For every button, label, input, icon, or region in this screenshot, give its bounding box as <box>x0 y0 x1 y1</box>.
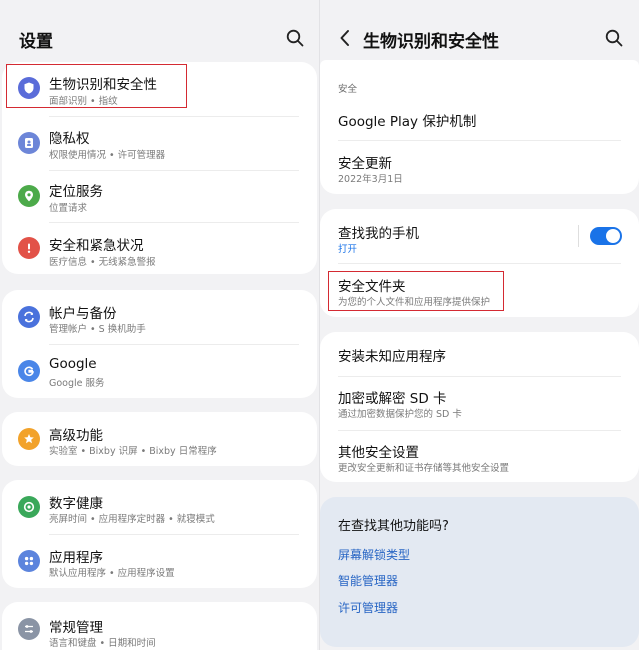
other-security-card: 安装未知应用程序 加密或解密 SD 卡 通过加密数据保护您的 SD 卡 其他安全… <box>320 332 639 482</box>
google-icon <box>18 360 40 382</box>
settings-item-apps[interactable]: 应用程序 默认应用程序 • 应用程序设置 <box>2 534 317 588</box>
item-label: 查找我的手机 <box>338 226 419 242</box>
search-icon[interactable] <box>285 28 305 48</box>
search-icon[interactable] <box>604 28 624 48</box>
item-sub: 打开 <box>338 244 358 255</box>
item-label: 其他安全设置 <box>338 445 419 461</box>
item-sub: 更改安全更新和证书存储等其他安全设置 <box>338 463 510 474</box>
page-title: 生物识别和安全性 <box>363 32 499 52</box>
item-label: 高级功能 <box>49 428 103 444</box>
highlight-box <box>6 64 187 108</box>
settings-item-find-my-mobile[interactable]: 查找我的手机 打开 <box>320 209 639 263</box>
item-sub: 实验室 • Bixby 识屏 • Bixby 日常程序 <box>49 446 217 457</box>
wellbeing-icon <box>18 496 40 518</box>
location-icon <box>18 185 40 207</box>
suggestion-card: 在查找其他功能吗? 屏幕解锁类型 智能管理器 许可管理器 <box>320 497 639 647</box>
emergency-icon <box>18 237 40 259</box>
item-sub: 亮屏时间 • 应用程序定时器 • 就寝模式 <box>49 514 215 525</box>
settings-item-location[interactable]: 定位服务 位置请求 <box>2 170 317 222</box>
item-label: Google Play 保护机制 <box>338 114 477 130</box>
item-label: 定位服务 <box>49 184 103 200</box>
settings-item-sd-encrypt[interactable]: 加密或解密 SD 卡 通过加密数据保护您的 SD 卡 <box>320 376 639 430</box>
settings-item-accounts[interactable]: 帐户与备份 管理帐户 • S 换机助手 <box>2 290 317 344</box>
item-label: 帐户与备份 <box>49 306 117 322</box>
settings-item-security-update[interactable]: 安全更新 2022年3月1日 <box>320 140 639 194</box>
item-sub: 2022年3月1日 <box>338 174 403 185</box>
settings-card-accounts: 帐户与备份 管理帐户 • S 换机助手 Google Google 服务 <box>2 290 317 398</box>
item-sub: 默认应用程序 • 应用程序设置 <box>49 568 175 579</box>
item-sub: Google 服务 <box>49 378 105 389</box>
back-arrow-icon[interactable] <box>338 28 352 48</box>
settings-card-advanced: 高级功能 实验室 • Bixby 识屏 • Bixby 日常程序 <box>2 412 317 466</box>
privacy-icon <box>18 132 40 154</box>
suggestion-title: 在查找其他功能吗? <box>338 519 449 534</box>
find-my-mobile-toggle[interactable] <box>590 227 622 245</box>
item-sub: 位置请求 <box>49 203 88 214</box>
section-label: 安全 <box>338 84 358 95</box>
item-label: 安全更新 <box>338 156 392 172</box>
settings-panel: 设置 生物识别和安全性 面部识别 • 指纹 隐私权 权限使用情况 • 许可管理器 <box>0 0 319 650</box>
item-sub: 语言和键盘 • 日期和时间 <box>49 638 156 649</box>
settings-item-emergency[interactable]: 安全和紧急状况 医疗信息 • 无线紧急警报 <box>2 222 317 274</box>
star-icon <box>18 428 40 450</box>
settings-item-other-security[interactable]: 其他安全设置 更改安全更新和证书存储等其他安全设置 <box>320 430 639 482</box>
item-label: 隐私权 <box>49 131 90 147</box>
item-sub: 通过加密数据保护您的 SD 卡 <box>338 409 462 420</box>
settings-item-privacy[interactable]: 隐私权 权限使用情况 • 许可管理器 <box>2 116 317 170</box>
page-title: 设置 <box>19 32 53 52</box>
apps-icon <box>18 550 40 572</box>
settings-item-google[interactable]: Google Google 服务 <box>2 344 317 398</box>
item-label: 加密或解密 SD 卡 <box>338 391 447 407</box>
item-sub: 管理帐户 • S 换机助手 <box>49 324 146 335</box>
item-label: 应用程序 <box>49 550 103 566</box>
settings-item-play-protect[interactable]: Google Play 保护机制 <box>320 98 639 140</box>
link-screen-lock[interactable]: 屏幕解锁类型 <box>338 546 410 563</box>
highlight-box <box>328 271 504 311</box>
item-label: 数字健康 <box>49 496 103 512</box>
item-label: 安全和紧急状况 <box>49 238 144 254</box>
item-sub: 医疗信息 • 无线紧急警报 <box>49 257 156 268</box>
biometrics-panel: 生物识别和安全性 安全 Google Play 保护机制 安全更新 2022年3… <box>320 0 639 650</box>
settings-item-general[interactable]: 常规管理 语言和键盘 • 日期和时间 <box>2 602 317 650</box>
link-permission-manager[interactable]: 许可管理器 <box>338 599 398 616</box>
sliders-icon <box>18 618 40 640</box>
security-card: 安全 Google Play 保护机制 安全更新 2022年3月1日 <box>320 60 639 194</box>
settings-card-wellbeing: 数字健康 亮屏时间 • 应用程序定时器 • 就寝模式 应用程序 默认应用程序 •… <box>2 480 317 588</box>
link-device-care[interactable]: 智能管理器 <box>338 572 398 589</box>
item-sub: 权限使用情况 • 许可管理器 <box>49 150 166 161</box>
settings-item-wellbeing[interactable]: 数字健康 亮屏时间 • 应用程序定时器 • 就寝模式 <box>2 480 317 534</box>
sync-icon <box>18 306 40 328</box>
settings-item-unknown-apps[interactable]: 安装未知应用程序 <box>320 332 639 376</box>
item-label: 常规管理 <box>49 620 103 636</box>
item-label: 安装未知应用程序 <box>338 349 446 365</box>
item-label: Google <box>49 356 97 372</box>
settings-item-advanced[interactable]: 高级功能 实验室 • Bixby 识屏 • Bixby 日常程序 <box>2 412 317 466</box>
settings-card-general: 常规管理 语言和键盘 • 日期和时间 <box>2 602 317 650</box>
